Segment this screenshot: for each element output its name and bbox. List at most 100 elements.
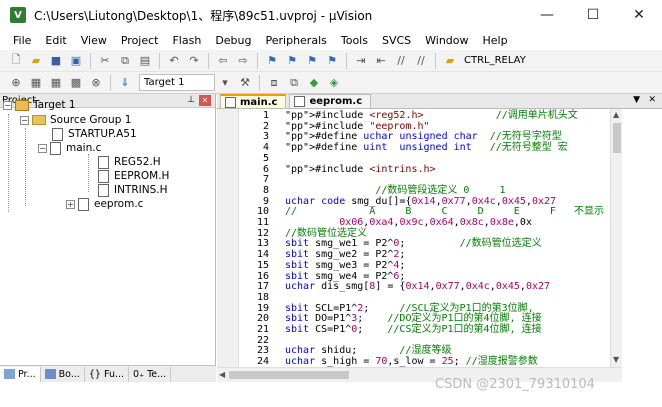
tree-item-label: REG52.H <box>114 156 161 168</box>
menu-debug[interactable]: Debug <box>208 34 258 47</box>
minimize-button[interactable]: — <box>524 0 570 30</box>
tree-item-label: Target 1 <box>33 99 76 111</box>
unindent-icon[interactable]: ⇤ <box>373 53 389 69</box>
code-line[interactable]: 24 uchar s_high = 70,s_low = 25; //湿度报警参数 <box>217 356 610 367</box>
project-icon <box>4 369 15 379</box>
ctrl-relay-label[interactable]: CTRL_RELAY <box>464 55 526 66</box>
toolbar-separator <box>90 52 91 69</box>
tree-item-main-c[interactable]: − main.c <box>38 141 101 155</box>
new-file-icon[interactable]: 🗋 <box>8 53 24 69</box>
build-icon[interactable]: ▦ <box>28 75 44 91</box>
tab-list-chevron-icon[interactable]: ▼ <box>633 95 640 105</box>
tab-eeprom-c[interactable]: eeprom.c <box>289 94 372 108</box>
tab-project[interactable]: Pr... <box>0 366 41 382</box>
window-title: C:\Users\Liutong\Desktop\1、程序\89c51.uvpr… <box>34 8 373 23</box>
tree-guide <box>25 128 26 206</box>
save-icon[interactable]: ■ <box>48 53 64 69</box>
project-pane: Project ⊥ ✕ − Target 1 − Source Group 1 … <box>0 94 216 382</box>
dropdown-chevron-icon[interactable]: ▾ <box>217 75 233 91</box>
target-select[interactable]: Target 1 <box>139 74 215 91</box>
navigate-back-icon[interactable]: ⇦ <box>215 53 231 69</box>
download-icon[interactable]: ⇓ <box>117 75 133 91</box>
scroll-down-icon[interactable]: ▼ <box>613 355 619 364</box>
rebuild-icon[interactable]: ▦ <box>48 75 64 91</box>
file-extensions-icon[interactable]: ⧈ <box>266 75 282 91</box>
manage-components-icon[interactable]: ⧉ <box>286 75 302 91</box>
redo-icon[interactable]: ↷ <box>186 53 202 69</box>
scroll-thumb[interactable] <box>229 371 349 379</box>
bookmark-prev-icon[interactable]: ⚑ <box>284 53 300 69</box>
bookmark-clear-icon[interactable]: ⚑ <box>324 53 340 69</box>
tab-templates[interactable]: 0₊ Te... <box>129 366 172 382</box>
menu-window[interactable]: Window <box>418 34 475 47</box>
copy-icon[interactable]: ⧉ <box>117 53 133 69</box>
editor-tab-bar: main.c eeprom.c ▼ ✕ <box>217 94 662 109</box>
collapse-icon[interactable]: − <box>20 115 29 125</box>
title-bar: V C:\Users\Liutong\Desktop\1、程序\89c51.uv… <box>0 0 662 30</box>
navigate-forward-icon[interactable]: ⇨ <box>235 53 251 69</box>
header-file-icon <box>98 183 109 197</box>
paste-icon[interactable]: ▤ <box>137 53 153 69</box>
menu-edit[interactable]: Edit <box>38 34 73 47</box>
stop-build-icon[interactable]: ⊗ <box>88 75 104 91</box>
collapse-icon[interactable]: − <box>3 100 12 110</box>
maximize-button[interactable]: ☐ <box>570 0 616 30</box>
expand-icon[interactable]: + <box>66 199 75 209</box>
target-icon <box>15 99 29 111</box>
tree-item-intrins[interactable]: INTRINS.H <box>98 183 168 197</box>
open-folder-icon[interactable]: ▰ <box>28 53 44 69</box>
select-software-packs-icon[interactable]: ◈ <box>326 75 342 91</box>
tab-books[interactable]: Bo... <box>41 366 85 382</box>
menu-flash[interactable]: Flash <box>165 34 208 47</box>
menu-view[interactable]: View <box>74 34 114 47</box>
tab-functions[interactable]: {} Fu... <box>85 366 130 382</box>
menu-file[interactable]: File <box>6 34 38 47</box>
indent-icon[interactable]: ⇥ <box>353 53 369 69</box>
scroll-up-icon[interactable]: ▲ <box>613 110 619 119</box>
cut-icon[interactable]: ✂ <box>97 53 113 69</box>
find-in-files-icon[interactable]: ▰ <box>442 53 458 69</box>
comment-icon[interactable]: // <box>393 53 409 69</box>
code-area[interactable]: 1 "pp">#include <reg52.h> //调用单片机头文 2 "pp">… <box>217 109 610 367</box>
uncomment-icon[interactable]: /∕ <box>413 53 429 69</box>
menu-project[interactable]: Project <box>114 34 166 47</box>
tree-item-label: Source Group 1 <box>50 114 132 126</box>
toolbar-separator <box>435 52 436 69</box>
close-button[interactable]: ✕ <box>616 0 662 30</box>
menu-tools[interactable]: Tools <box>334 34 375 47</box>
tree-item-target[interactable]: − Target 1 <box>3 98 76 112</box>
save-all-icon[interactable]: ▣ <box>68 53 84 69</box>
target-options-icon[interactable]: ⚒ <box>237 75 253 91</box>
batch-build-icon[interactable]: ▩ <box>68 75 84 91</box>
tab-main-c[interactable]: main.c <box>220 94 287 108</box>
vertical-scrollbar[interactable]: ▲ ▼ <box>610 109 622 367</box>
tree-item-startup[interactable]: STARTUP.A51 <box>52 127 137 141</box>
tree-item-eeprom-c[interactable]: + eeprom.c <box>66 197 143 211</box>
close-pane-icon[interactable]: ✕ <box>199 95 211 106</box>
tree-item-label: EEPROM.H <box>114 170 170 182</box>
code-editor: main.c eeprom.c ▼ ✕ 1 "pp">#include <reg5… <box>217 94 662 382</box>
bookmark-next-icon[interactable]: ⚑ <box>304 53 320 69</box>
bookmark-icon[interactable]: ⚑ <box>264 53 280 69</box>
tree-item-label: INTRINS.H <box>114 184 168 196</box>
tree-item-source-group[interactable]: − Source Group 1 <box>20 113 131 127</box>
undo-icon[interactable]: ↶ <box>166 53 182 69</box>
header-file-icon <box>98 169 109 183</box>
collapse-icon[interactable]: − <box>38 143 47 153</box>
close-tab-icon[interactable]: ✕ <box>648 95 656 105</box>
pin-icon[interactable]: ⊥ <box>187 95 195 105</box>
scroll-thumb[interactable] <box>613 123 621 153</box>
toolbar-separator <box>110 74 111 91</box>
menu-peripherals[interactable]: Peripherals <box>259 34 334 47</box>
pack-installer-icon[interactable]: ◆ <box>306 75 322 91</box>
toolbar-separator <box>259 74 260 91</box>
menu-svcs[interactable]: SVCS <box>375 34 418 47</box>
line-number: 24 <box>256 356 269 367</box>
scroll-left-icon[interactable]: ◀ <box>219 370 225 379</box>
code-text: uchar s_high = 70,s_low = 25; //湿度报警参数 <box>285 356 538 367</box>
tree-item-reg52[interactable]: REG52.H <box>98 155 161 169</box>
menu-help[interactable]: Help <box>476 34 515 47</box>
translate-icon[interactable]: ⊕ <box>8 75 24 91</box>
tree-item-eeprom-h[interactable]: EEPROM.H <box>98 169 169 183</box>
header-file-icon <box>98 155 109 169</box>
